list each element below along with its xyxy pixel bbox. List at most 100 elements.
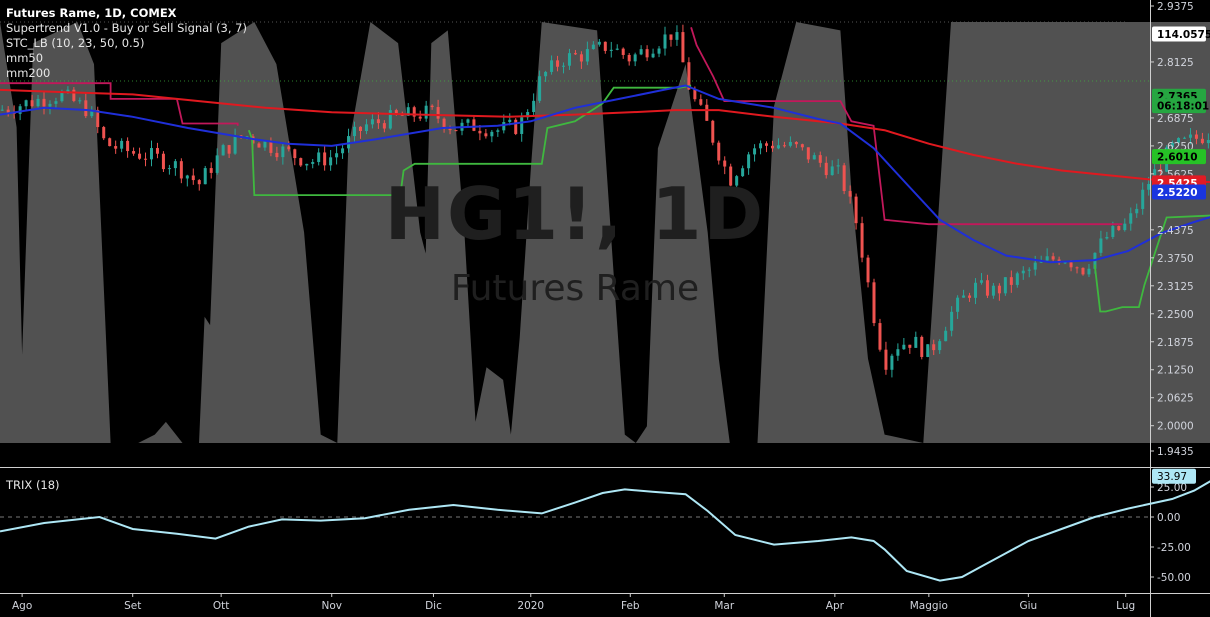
candle-body[interactable] bbox=[30, 100, 34, 107]
candle-body[interactable] bbox=[173, 161, 177, 169]
candle[interactable] bbox=[126, 137, 130, 158]
candle-body[interactable] bbox=[968, 295, 972, 298]
candle-body[interactable] bbox=[341, 148, 345, 154]
candle[interactable] bbox=[311, 158, 315, 169]
candle-body[interactable] bbox=[962, 295, 966, 298]
candle-body[interactable] bbox=[227, 145, 231, 154]
candle[interactable] bbox=[615, 44, 619, 51]
candle-body[interactable] bbox=[1003, 277, 1007, 294]
candle[interactable] bbox=[472, 116, 476, 132]
candle[interactable] bbox=[323, 145, 327, 171]
candle-body[interactable] bbox=[699, 99, 703, 105]
candle-body[interactable] bbox=[854, 196, 858, 224]
candle[interactable] bbox=[765, 141, 769, 153]
legend-trix[interactable]: TRIX (18) bbox=[6, 478, 60, 492]
candle-body[interactable] bbox=[496, 130, 500, 132]
candle-body[interactable] bbox=[693, 89, 697, 100]
candle-body[interactable] bbox=[126, 140, 130, 152]
candle-body[interactable] bbox=[621, 48, 625, 55]
candle-body[interactable] bbox=[1105, 236, 1109, 239]
candle[interactable] bbox=[149, 140, 153, 167]
candle[interactable] bbox=[108, 137, 112, 147]
candle[interactable] bbox=[532, 93, 536, 118]
candle-body[interactable] bbox=[364, 124, 368, 132]
candle[interactable] bbox=[908, 344, 912, 354]
candle-body[interactable] bbox=[776, 145, 780, 149]
candle-body[interactable] bbox=[657, 48, 661, 54]
candle-body[interactable] bbox=[597, 41, 601, 45]
candle-body[interactable] bbox=[335, 153, 339, 158]
candle[interactable] bbox=[633, 52, 637, 67]
trix-axis[interactable]: 25.00 0.00 -25.00 -50.00 33.97 bbox=[1150, 468, 1196, 584]
candle-body[interactable] bbox=[818, 155, 822, 163]
candle-body[interactable] bbox=[84, 100, 88, 117]
candle-body[interactable] bbox=[782, 145, 786, 147]
candle-body[interactable] bbox=[741, 168, 745, 177]
candle[interactable] bbox=[609, 41, 613, 58]
candle-body[interactable] bbox=[669, 34, 673, 40]
candle-body[interactable] bbox=[860, 223, 864, 258]
candle[interactable] bbox=[860, 216, 864, 263]
candle-body[interactable] bbox=[633, 54, 637, 62]
candle-body[interactable] bbox=[711, 120, 715, 143]
legend-supertrend[interactable]: Supertrend V1.0 - Buy or Sell Signal (3,… bbox=[6, 21, 247, 36]
candle[interactable] bbox=[866, 254, 870, 288]
candle[interactable] bbox=[329, 150, 333, 171]
candle[interactable] bbox=[717, 140, 721, 165]
candle-body[interactable] bbox=[233, 135, 237, 154]
candle-body[interactable] bbox=[138, 153, 142, 159]
candle[interactable] bbox=[335, 145, 339, 165]
candle-body[interactable] bbox=[257, 143, 261, 148]
candle-body[interactable] bbox=[263, 141, 267, 148]
candle-body[interactable] bbox=[329, 157, 333, 166]
candle-body[interactable] bbox=[944, 330, 948, 342]
candle-body[interactable] bbox=[938, 341, 942, 351]
candle-body[interactable] bbox=[370, 119, 374, 125]
candle[interactable] bbox=[293, 148, 297, 166]
candle[interactable] bbox=[651, 48, 655, 59]
candle-body[interactable] bbox=[812, 155, 816, 160]
candle-body[interactable] bbox=[323, 152, 327, 166]
trix-legend[interactable]: TRIX (18) bbox=[6, 478, 60, 493]
candle-body[interactable] bbox=[806, 147, 810, 160]
candle-body[interactable] bbox=[191, 175, 195, 181]
candle[interactable] bbox=[24, 99, 28, 111]
candle-body[interactable] bbox=[1069, 262, 1073, 268]
candle[interactable] bbox=[729, 163, 733, 187]
candle[interactable] bbox=[120, 138, 124, 153]
candle-body[interactable] bbox=[985, 280, 989, 296]
candle-body[interactable] bbox=[418, 116, 422, 119]
candle-body[interactable] bbox=[1188, 134, 1192, 138]
candle-body[interactable] bbox=[997, 285, 1001, 294]
candle-body[interactable] bbox=[1206, 140, 1210, 144]
candle-body[interactable] bbox=[747, 154, 751, 169]
candle[interactable] bbox=[675, 25, 679, 46]
candle-body[interactable] bbox=[144, 158, 148, 160]
candle-body[interactable] bbox=[979, 280, 983, 283]
candle-body[interactable] bbox=[579, 54, 583, 62]
candle-body[interactable] bbox=[114, 146, 118, 149]
legend-stc[interactable]: STC_LB (10, 23, 50, 0.5) bbox=[6, 36, 247, 51]
candle[interactable] bbox=[723, 156, 727, 175]
candle-body[interactable] bbox=[311, 162, 315, 164]
candle-body[interactable] bbox=[914, 336, 918, 348]
candle-body[interactable] bbox=[508, 119, 512, 123]
candle-body[interactable] bbox=[287, 146, 291, 150]
candle-body[interactable] bbox=[36, 98, 40, 107]
candle-body[interactable] bbox=[472, 119, 476, 131]
candle[interactable] bbox=[191, 168, 195, 185]
candle-body[interactable] bbox=[275, 152, 279, 158]
candle[interactable] bbox=[854, 193, 858, 230]
candle-body[interactable] bbox=[1147, 184, 1151, 190]
candle-body[interactable] bbox=[376, 119, 380, 124]
candle[interactable] bbox=[161, 151, 165, 172]
candle-body[interactable] bbox=[430, 105, 434, 108]
candle[interactable] bbox=[621, 47, 625, 59]
candle-body[interactable] bbox=[1027, 269, 1031, 271]
candle[interactable] bbox=[418, 110, 422, 122]
candle-body[interactable] bbox=[358, 126, 362, 132]
candle-body[interactable] bbox=[78, 100, 82, 102]
candle-body[interactable] bbox=[902, 344, 906, 350]
candle-body[interactable] bbox=[478, 130, 482, 134]
candle-body[interactable] bbox=[305, 163, 309, 166]
